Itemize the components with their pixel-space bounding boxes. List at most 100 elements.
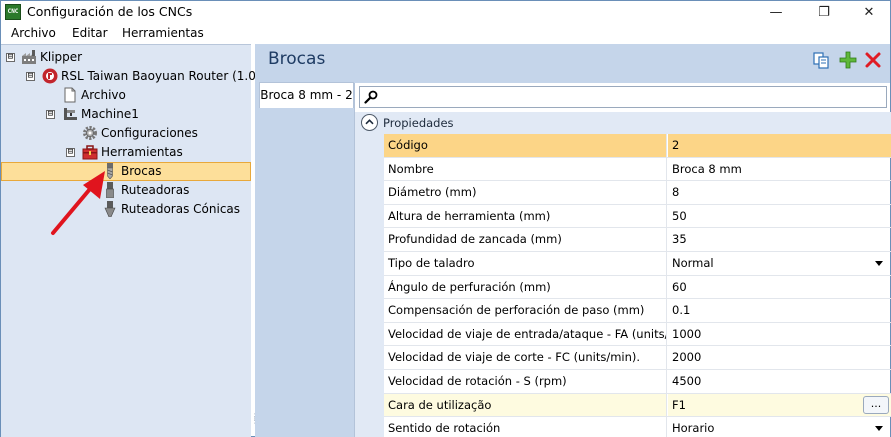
panel-title: Brocas xyxy=(268,49,326,69)
prop-name: Tipo de taladro xyxy=(384,252,667,275)
prop-row-altura[interactable]: Altura de herramienta (mm) 50 xyxy=(384,204,891,229)
prop-name: Código xyxy=(384,134,667,157)
prop-name: Velocidad de viaje de entrada/ataque - F… xyxy=(384,322,667,346)
category-propiedades[interactable]: Propiedades xyxy=(355,112,891,134)
chevron-up-icon[interactable] xyxy=(361,114,378,131)
tree-item-label: RSL Taiwan Baoyuan Router (1.0) xyxy=(61,69,261,83)
property-grid: Propiedades Código 2 Nombre Broca 8 mm D… xyxy=(354,83,891,437)
prop-name: Sentido de rotación xyxy=(384,417,667,437)
prop-value[interactable]: 2 xyxy=(668,134,891,157)
prop-row-codigo[interactable]: Código 2 xyxy=(384,134,891,158)
tree-item-herramientas[interactable]: ⊟ Herramientas xyxy=(1,143,251,162)
dropdown-value: Horario xyxy=(672,421,715,436)
grid-margin xyxy=(355,134,384,437)
prop-value[interactable]: 1000 xyxy=(668,323,891,346)
prop-value[interactable]: 0.1 xyxy=(668,299,891,322)
prop-row-cara-utilizacao[interactable]: Cara de utilização F1 ... xyxy=(384,393,891,418)
menu-bar: Archivo Editar Herramientas xyxy=(1,23,890,43)
tree-item-label: Configuraciones xyxy=(101,126,198,140)
menu-archivo[interactable]: Archivo xyxy=(11,26,56,40)
dropdown-arrow-icon[interactable] xyxy=(875,261,883,266)
prop-row-velocidad-corte[interactable]: Velocidad de viaje de corte - FC (units/… xyxy=(384,346,891,370)
prop-name: Velocidad de rotación - S (rpm) xyxy=(384,370,667,393)
category-label: Propiedades xyxy=(383,116,454,130)
machine-brand-icon xyxy=(42,68,58,84)
prop-name: Altura de herramienta (mm) xyxy=(384,204,667,228)
collapse-toggle[interactable]: ⊟ xyxy=(46,110,55,119)
machine-icon xyxy=(64,108,77,120)
minimize-button[interactable]: — xyxy=(753,1,799,23)
prop-row-diametro[interactable]: Diámetro (mm) 8 xyxy=(384,181,891,205)
prop-row-sentido-rotacion[interactable]: Sentido de rotación Horario xyxy=(384,417,891,437)
toolbox-icon xyxy=(82,145,98,160)
prop-value[interactable]: 4500 xyxy=(668,370,891,393)
tree-item-ruteadoras-conicas[interactable]: Ruteadoras Cónicas xyxy=(1,200,251,219)
prop-name: Cara de utilização xyxy=(384,393,667,417)
tree-item-label: Brocas xyxy=(121,164,162,178)
collapse-toggle[interactable]: ⊟ xyxy=(6,53,15,62)
tree-panel: ⊟ Klipper ⊟ RSL Taiwan Baoyuan Router (1… xyxy=(1,44,261,437)
tree-item-ruteadoras[interactable]: Ruteadoras xyxy=(1,181,251,200)
prop-value[interactable]: Broca 8 mm xyxy=(668,158,891,181)
tree-item-label: Ruteadoras xyxy=(121,183,190,197)
prop-value-dropdown[interactable]: Horario xyxy=(668,417,891,437)
tree-item-label: Ruteadoras Cónicas xyxy=(121,202,241,216)
tree-item-label: Herramientas xyxy=(101,145,183,159)
prop-name: Diámetro (mm) xyxy=(384,181,667,204)
collapse-toggle[interactable]: ⊟ xyxy=(26,72,35,81)
prop-row-compensacion[interactable]: Compensación de perforación de paso (mm)… xyxy=(384,299,891,323)
config-window: CNC Configuración de los CNCs — ❐ ✕ Arch… xyxy=(0,0,891,437)
prop-name: Profundidad de zancada (mm) xyxy=(384,228,667,251)
prop-value[interactable]: 60 xyxy=(668,276,891,299)
factory-icon xyxy=(22,50,36,64)
prop-name: Velocidad de viaje de corte - FC (units/… xyxy=(384,346,667,369)
maximize-button[interactable]: ❐ xyxy=(801,1,847,23)
tree-item-configuraciones[interactable]: Configuraciones xyxy=(1,124,251,143)
title-bar: CNC Configuración de los CNCs — ❐ ✕ xyxy=(1,1,890,23)
collapse-toggle[interactable]: ⊟ xyxy=(66,148,75,157)
tab-broca-8mm[interactable]: Broca 8 mm - 2 xyxy=(259,82,354,108)
tree-item-label: Archivo xyxy=(81,88,126,102)
prop-row-angulo[interactable]: Ángulo de perfuración (mm) 60 xyxy=(384,275,891,300)
prop-name: Ángulo de perfuración (mm) xyxy=(384,275,667,299)
delete-icon[interactable] xyxy=(864,51,882,69)
prop-row-velocidad-rotacion[interactable]: Velocidad de rotación - S (rpm) 4500 xyxy=(384,370,891,394)
ellipsis-button[interactable]: ... xyxy=(863,395,889,414)
add-icon[interactable] xyxy=(839,51,857,69)
prop-row-nombre[interactable]: Nombre Broca 8 mm xyxy=(384,157,891,182)
copy-icon[interactable] xyxy=(812,51,830,69)
cnc-app-icon: CNC xyxy=(5,4,21,20)
prop-value-dropdown[interactable]: Normal xyxy=(668,252,891,275)
prop-row-velocidad-entrada[interactable]: Velocidad de viaje de entrada/ataque - F… xyxy=(384,322,891,347)
close-button[interactable]: ✕ xyxy=(846,1,891,23)
prop-row-profundidad[interactable]: Profundidad de zancada (mm) 35 xyxy=(384,228,891,252)
prop-value[interactable]: 8 xyxy=(668,181,891,204)
tree-item-machine1[interactable]: ⊟ Machine1 xyxy=(1,105,251,124)
prop-value[interactable]: 35 xyxy=(668,228,891,251)
prop-name: Compensación de perforación de paso (mm) xyxy=(384,299,667,322)
dropdown-value: Normal xyxy=(672,256,714,270)
dropdown-arrow-icon[interactable] xyxy=(875,426,883,432)
prop-value[interactable]: 2000 xyxy=(668,346,891,369)
tree-item-rsl-router[interactable]: ⊟ RSL Taiwan Baoyuan Router (1.0) xyxy=(1,67,261,86)
gear-icon xyxy=(83,126,97,140)
tree-item-klipper[interactable]: ⊟ Klipper xyxy=(1,48,251,67)
prop-name: Nombre xyxy=(384,157,667,181)
tree-item-archivo[interactable]: Archivo xyxy=(1,86,251,105)
prop-row-tipo-taladro[interactable]: Tipo de taladro Normal xyxy=(384,252,891,276)
search-input[interactable] xyxy=(359,86,887,108)
editor-value: F1 xyxy=(672,397,686,412)
tree-item-brocas[interactable]: Brocas xyxy=(1,162,251,181)
tree-item-label: Klipper xyxy=(40,50,83,64)
menu-editar[interactable]: Editar xyxy=(72,26,108,40)
prop-value[interactable]: 50 xyxy=(668,205,891,228)
prop-value-editor[interactable]: F1 ... xyxy=(668,393,891,417)
menu-herramientas[interactable]: Herramientas xyxy=(122,26,204,40)
search-icon xyxy=(364,90,378,104)
annotation-arrow xyxy=(51,171,105,235)
properties-panel: Brocas Broca 8 mm - 2 Propiedades Código… xyxy=(255,44,891,437)
window-title: Configuración de los CNCs xyxy=(27,4,193,19)
tree-item-label: Machine1 xyxy=(81,107,139,121)
document-icon xyxy=(64,87,76,103)
panel-header: Brocas xyxy=(255,44,890,76)
